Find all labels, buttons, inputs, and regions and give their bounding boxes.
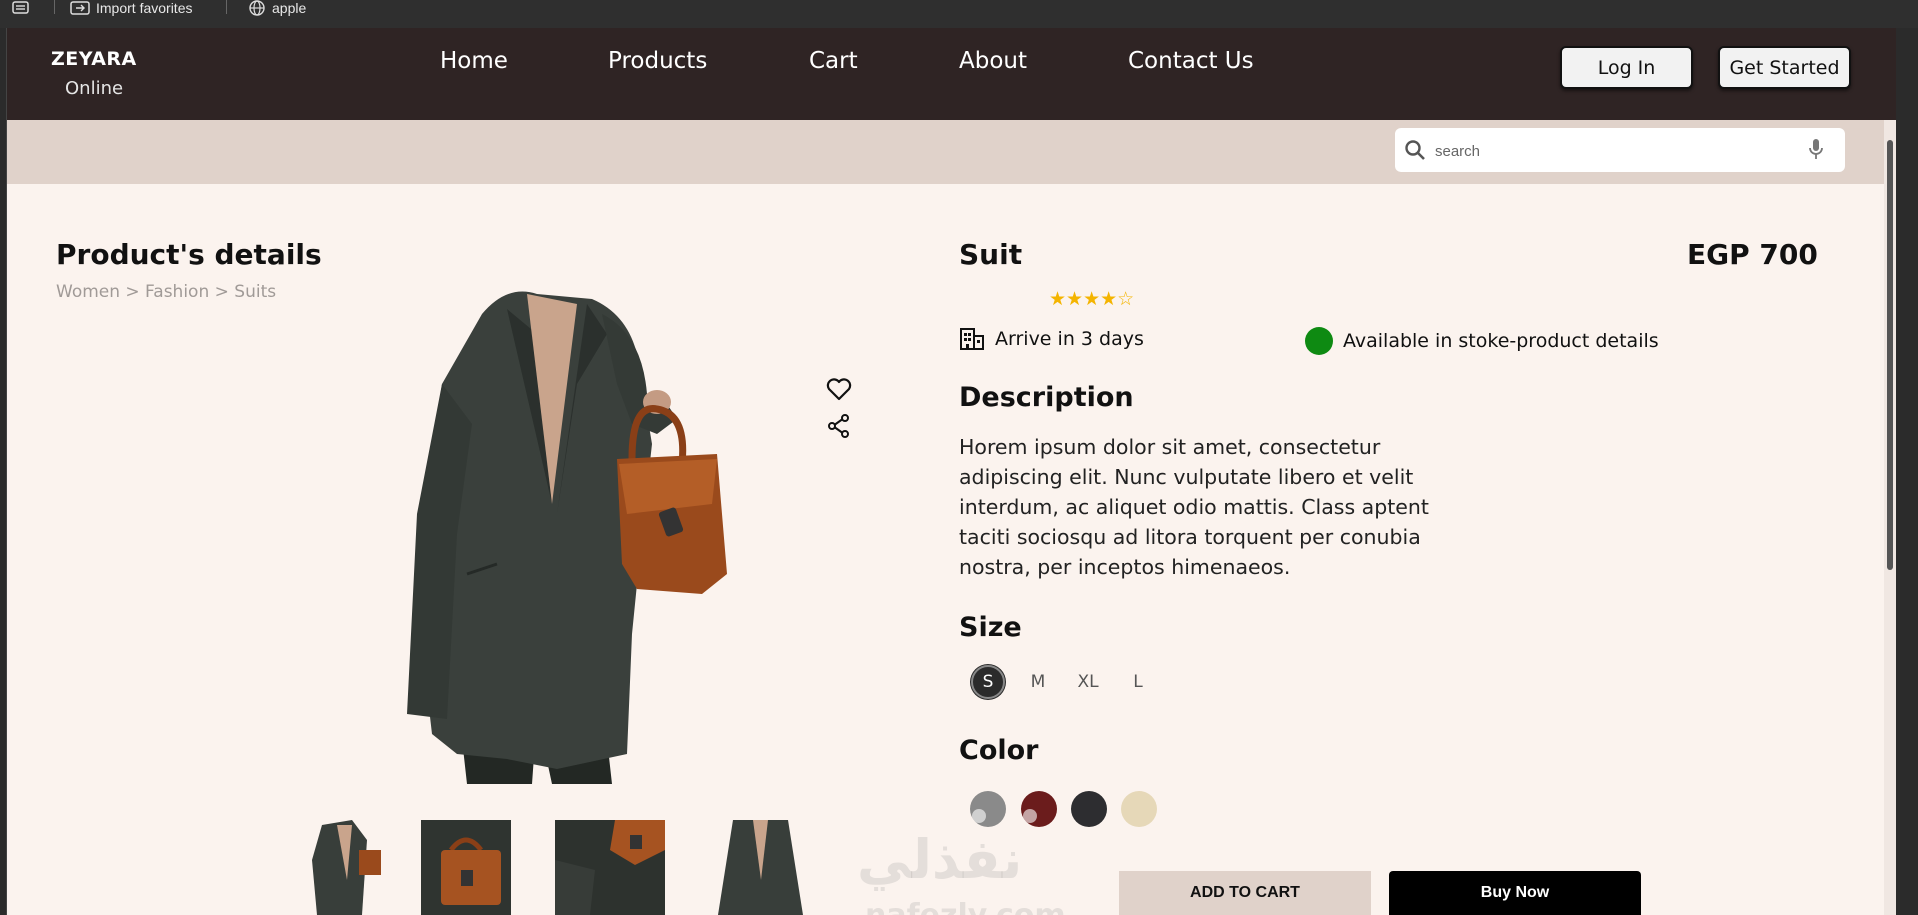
globe-icon bbox=[249, 0, 265, 16]
nav-cart[interactable]: Cart bbox=[809, 48, 858, 74]
login-button[interactable]: Log In bbox=[1560, 46, 1693, 89]
product-price: EGP 700 bbox=[1687, 238, 1818, 271]
nav-about[interactable]: About bbox=[959, 48, 1027, 74]
size-option-xl[interactable]: XL bbox=[1071, 665, 1105, 699]
product-thumbnail[interactable] bbox=[713, 820, 808, 915]
delivery-info: Arrive in 3 days bbox=[959, 327, 1144, 351]
color-swatch-maroon[interactable] bbox=[1021, 791, 1057, 827]
color-swatch-black[interactable] bbox=[1071, 791, 1107, 827]
product-main-image bbox=[407, 291, 727, 784]
page-title: Product's details bbox=[56, 238, 322, 271]
search-icon[interactable] bbox=[1404, 139, 1426, 161]
import-icon bbox=[70, 1, 90, 15]
description-heading: Description bbox=[959, 382, 1134, 413]
share-icon[interactable] bbox=[825, 412, 853, 440]
size-option-l[interactable]: L bbox=[1121, 665, 1155, 699]
product-thumbnail[interactable] bbox=[555, 820, 665, 915]
microphone-icon[interactable] bbox=[1807, 138, 1825, 162]
heart-icon[interactable] bbox=[825, 375, 853, 403]
search-box[interactable]: search bbox=[1395, 128, 1845, 172]
site-header: ZEYARA Online Home Products Cart About C… bbox=[7, 28, 1896, 120]
add-to-cart-button[interactable]: ADD TO CART bbox=[1119, 871, 1371, 915]
import-favorites-label: Import favorites bbox=[96, 0, 193, 16]
brand-tagline: Online bbox=[65, 78, 124, 99]
product-name: Suit bbox=[959, 238, 1023, 271]
color-swatch-beige[interactable] bbox=[1121, 791, 1157, 827]
rating-stars: ★★★★☆ bbox=[1049, 288, 1135, 310]
availability-text: Available in stoke-product details bbox=[1343, 330, 1659, 352]
color-heading: Color bbox=[959, 735, 1039, 766]
nav-products[interactable]: Products bbox=[608, 48, 707, 74]
import-favorites-link[interactable]: Import favorites bbox=[70, 0, 192, 16]
description-text: Horem ipsum dolor sit amet, consectetur … bbox=[959, 435, 1429, 579]
collections-icon[interactable] bbox=[12, 0, 30, 16]
size-option-s[interactable]: S bbox=[971, 665, 1005, 699]
watermark-arabic: نفذلي bbox=[857, 828, 1023, 891]
search-input[interactable]: search bbox=[1435, 143, 1480, 160]
size-heading: Size bbox=[959, 612, 1022, 643]
building-icon bbox=[960, 328, 984, 350]
apple-favorite-link[interactable]: apple bbox=[248, 0, 306, 16]
product-thumbnail[interactable] bbox=[421, 820, 511, 915]
scrollbar-thumb[interactable] bbox=[1887, 140, 1893, 570]
product-thumbnail[interactable] bbox=[307, 820, 387, 915]
availability-info: Available in stoke-product details bbox=[1305, 327, 1659, 355]
brand-name[interactable]: ZEYARA bbox=[51, 48, 137, 70]
color-swatch-gray[interactable] bbox=[970, 791, 1006, 827]
delivery-text: Arrive in 3 days bbox=[995, 328, 1144, 350]
apple-favorite-label: apple bbox=[272, 0, 307, 16]
nav-contact[interactable]: Contact Us bbox=[1128, 48, 1254, 74]
buy-now-button[interactable]: Buy Now bbox=[1389, 871, 1641, 915]
browser-viewport: ZEYARA Online Home Products Cart About C… bbox=[6, 28, 1896, 915]
favorites-bar: Import favorites apple bbox=[0, 0, 1918, 28]
availability-dot bbox=[1305, 327, 1333, 355]
nav-home[interactable]: Home bbox=[440, 48, 508, 74]
get-started-button[interactable]: Get Started bbox=[1718, 46, 1851, 89]
watermark-latin: nafezly.com bbox=[865, 898, 1066, 915]
favorites-separator bbox=[226, 0, 227, 14]
breadcrumb[interactable]: Women > Fashion > Suits bbox=[56, 282, 276, 302]
page-scrollbar[interactable] bbox=[1884, 120, 1896, 915]
search-band: search bbox=[7, 120, 1896, 184]
favorites-separator bbox=[54, 0, 55, 14]
size-option-m[interactable]: M bbox=[1021, 665, 1055, 699]
